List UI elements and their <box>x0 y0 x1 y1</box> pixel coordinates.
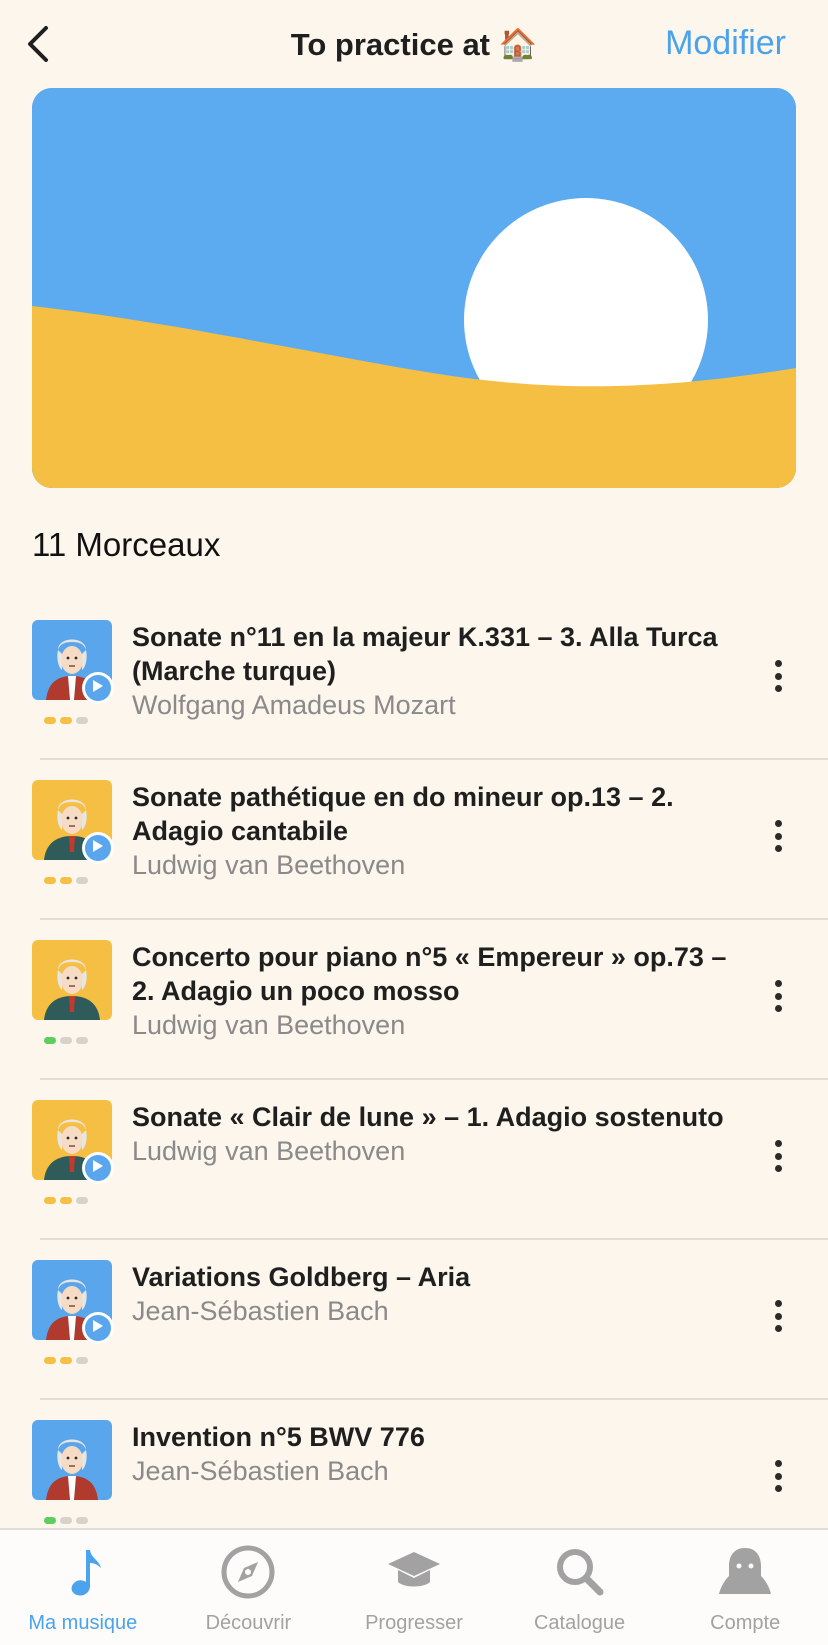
difficulty-dot <box>44 1517 56 1524</box>
difficulty-dot <box>44 717 56 724</box>
pieces-count-heading: 11 Morceaux <box>32 526 221 563</box>
tab-catalogue[interactable]: Catalogue <box>497 1530 663 1645</box>
tab-label: Ma musique <box>28 1612 138 1634</box>
difficulty-dot <box>60 1197 72 1204</box>
play-icon[interactable] <box>82 672 114 704</box>
user-icon <box>719 1548 772 1594</box>
more-options-icon[interactable] <box>766 1134 790 1178</box>
music-note-icon <box>71 1550 101 1596</box>
more-options-icon[interactable] <box>766 654 790 698</box>
piece-composer: Ludwig van Beethoven <box>132 850 406 880</box>
piece-composer: Jean-Sébastien Bach <box>132 1296 389 1326</box>
search-icon <box>556 1549 604 1596</box>
list-item[interactable]: Variations Goldberg – Aria Jean-Sébastien… <box>0 1240 828 1400</box>
playlist-cover-banner <box>32 88 796 488</box>
difficulty-dot <box>60 1357 72 1364</box>
bottom-tab-bar: Ma musique Découvrir Progresser Catalogu… <box>0 1528 828 1645</box>
more-options-icon[interactable] <box>766 1454 790 1498</box>
compass-icon <box>221 1545 275 1599</box>
difficulty-dot <box>76 1357 88 1364</box>
piece-composer: Ludwig van Beethoven <box>132 1136 406 1166</box>
difficulty-dot <box>76 877 88 884</box>
tab-ma-musique[interactable]: Ma musique <box>0 1530 166 1645</box>
play-icon[interactable] <box>82 832 114 864</box>
tab-label: Progresser <box>365 1612 463 1634</box>
play-icon[interactable] <box>82 1152 114 1184</box>
piece-info: Invention n°5 BWV 776 Jean-Sébastien Bach <box>132 1420 732 1488</box>
difficulty-dot <box>44 1197 56 1204</box>
piece-title: Sonate n°11 en la majeur K.331 – 3. Alla… <box>132 622 718 686</box>
piece-info: Sonate n°11 en la majeur K.331 – 3. Alla… <box>132 620 732 722</box>
piece-info: Concerto pour piano n°5 « Empereur » op.… <box>132 940 732 1042</box>
piece-title: Invention n°5 BWV 776 <box>132 1422 425 1452</box>
pieces-list: Sonate n°11 en la majeur K.331 – 3. Alla… <box>0 600 828 1560</box>
difficulty-indicator <box>44 1037 88 1044</box>
composer-avatar <box>32 940 112 1020</box>
composer-avatar <box>32 1420 112 1500</box>
difficulty-dot <box>60 1037 72 1044</box>
difficulty-dot <box>60 717 72 724</box>
list-item[interactable]: Concerto pour piano n°5 « Empereur » op.… <box>0 920 828 1080</box>
piece-title: Concerto pour piano n°5 « Empereur » op.… <box>132 942 727 1006</box>
list-item[interactable]: Sonate pathétique en do mineur op.13 – 2… <box>0 760 828 920</box>
difficulty-dot <box>76 1197 88 1204</box>
piece-composer: Wolfgang Amadeus Mozart <box>132 690 456 720</box>
difficulty-indicator <box>44 877 88 884</box>
difficulty-dot <box>60 877 72 884</box>
top-bar: To practice at 🏠 Modifier <box>0 0 828 90</box>
piece-composer: Ludwig van Beethoven <box>132 1010 406 1040</box>
tab-decouvrir[interactable]: Découvrir <box>166 1530 332 1645</box>
piece-title: Sonate « Clair de lune » – 1. Adagio sos… <box>132 1102 724 1132</box>
difficulty-indicator <box>44 717 88 724</box>
piece-info: Sonate pathétique en do mineur op.13 – 2… <box>132 780 732 882</box>
difficulty-dot <box>76 717 88 724</box>
difficulty-dot <box>44 1037 56 1044</box>
piece-title: Sonate pathétique en do mineur op.13 – 2… <box>132 782 674 846</box>
tab-compte[interactable]: Compte <box>662 1530 828 1645</box>
difficulty-indicator <box>44 1357 88 1364</box>
difficulty-dot <box>60 1517 72 1524</box>
piece-composer: Jean-Sébastien Bach <box>132 1456 389 1486</box>
tab-label: Découvrir <box>205 1612 292 1634</box>
piece-title: Variations Goldberg – Aria <box>132 1262 471 1292</box>
more-options-icon[interactable] <box>766 1294 790 1338</box>
difficulty-indicator <box>44 1197 88 1204</box>
list-item[interactable]: Sonate « Clair de lune » – 1. Adagio sos… <box>0 1080 828 1240</box>
difficulty-indicator <box>44 1517 88 1524</box>
tab-label: Compte <box>710 1612 781 1634</box>
difficulty-dot <box>44 877 56 884</box>
difficulty-dot <box>76 1037 88 1044</box>
piece-info: Variations Goldberg – Aria Jean-Sébastien… <box>132 1260 732 1328</box>
piece-info: Sonate « Clair de lune » – 1. Adagio sos… <box>132 1100 732 1168</box>
edit-button[interactable]: Modifier <box>665 24 786 63</box>
more-options-icon[interactable] <box>766 974 790 1018</box>
graduation-cap-icon <box>387 1552 440 1587</box>
tab-label: Catalogue <box>533 1612 626 1634</box>
difficulty-dot <box>44 1357 56 1364</box>
list-item[interactable]: Sonate n°11 en la majeur K.331 – 3. Alla… <box>0 600 828 760</box>
difficulty-dot <box>76 1517 88 1524</box>
more-options-icon[interactable] <box>766 814 790 858</box>
tab-progresser[interactable]: Progresser <box>331 1530 497 1645</box>
play-icon[interactable] <box>82 1312 114 1344</box>
